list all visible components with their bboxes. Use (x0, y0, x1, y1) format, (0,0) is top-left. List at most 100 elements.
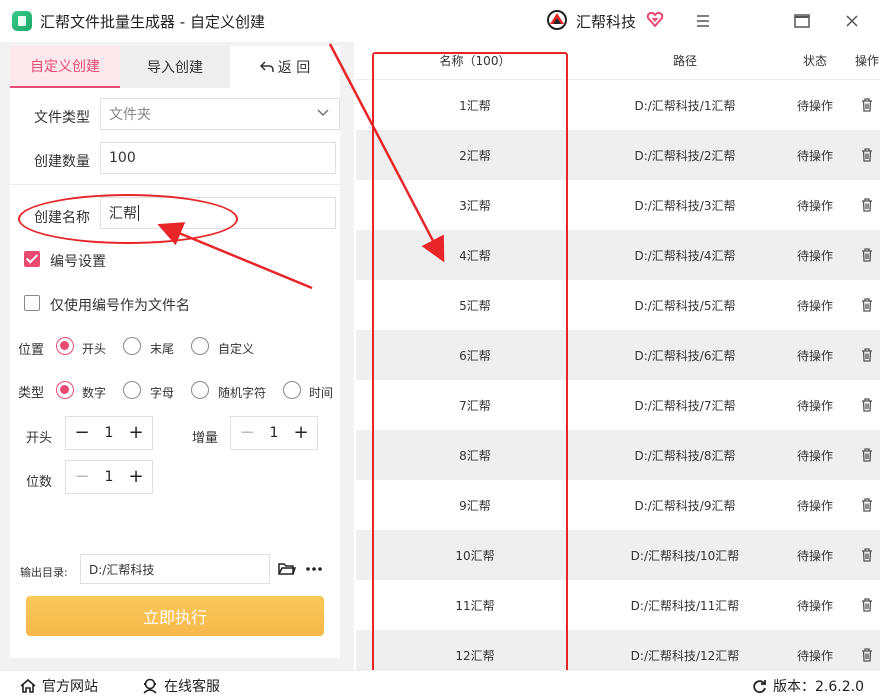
position-label: 位置 (18, 343, 45, 358)
app-icon (12, 11, 32, 31)
digits-stepper[interactable]: − 1 + (65, 460, 153, 494)
folder-icon[interactable] (278, 562, 296, 576)
trash-icon[interactable] (854, 348, 880, 362)
trash-icon[interactable] (854, 398, 880, 412)
position-option-custom: 自定义 (218, 342, 255, 356)
numbering-checkbox[interactable] (24, 251, 40, 267)
increment-increment-button[interactable]: + (293, 424, 309, 442)
official-website-link[interactable]: 官方网站 (20, 676, 98, 696)
position-radio-custom[interactable] (191, 337, 209, 355)
table-row[interactable]: 4汇帮 D:/汇帮科技/4汇帮 待操作 (356, 230, 880, 280)
row-name: 10汇帮 (455, 548, 495, 563)
header-state[interactable]: 状态 (776, 52, 854, 69)
row-state: 待操作 (796, 148, 833, 163)
output-dir-value: D:/汇帮科技 (89, 562, 155, 577)
chevron-down-icon (317, 109, 329, 117)
header-op[interactable]: 操作 (854, 52, 880, 69)
row-state: 待操作 (796, 398, 833, 413)
row-path: D:/汇帮科技/12汇帮 (630, 648, 740, 663)
trash-icon[interactable] (854, 448, 880, 462)
type-option-time: 时间 (309, 386, 334, 400)
trash-icon[interactable] (854, 598, 880, 612)
tab-bar: 自定义创建 导入创建 返 回 (10, 46, 340, 88)
table-row[interactable]: 5汇帮 D:/汇帮科技/5汇帮 待操作 (356, 280, 880, 330)
trash-icon[interactable] (854, 498, 880, 512)
window-title: 汇帮文件批量生成器 - 自定义创建 (40, 13, 265, 31)
only-number-checkbox[interactable] (24, 295, 40, 311)
close-icon[interactable] (837, 6, 867, 36)
trash-icon[interactable] (854, 648, 880, 662)
position-option-start: 开头 (82, 342, 107, 356)
position-radio-start[interactable] (56, 337, 74, 355)
increment-decrement-button[interactable]: − (239, 424, 255, 442)
table-row[interactable]: 2汇帮 D:/汇帮科技/2汇帮 待操作 (356, 130, 880, 180)
heart-icon[interactable] (646, 10, 664, 28)
type-option-number: 数字 (82, 386, 107, 400)
increment-stepper[interactable]: − 1 + (230, 416, 318, 450)
back-icon (259, 61, 274, 72)
row-path: D:/汇帮科技/6汇帮 (634, 348, 736, 363)
type-radio-letter[interactable] (123, 381, 141, 399)
run-now-button[interactable]: 立即执行 (26, 596, 324, 636)
header-name[interactable]: 名称（100） (356, 52, 594, 69)
row-path: D:/汇帮科技/4汇帮 (634, 248, 736, 263)
digits-decrement-button[interactable]: − (74, 468, 90, 486)
trash-icon[interactable] (854, 98, 880, 112)
row-name: 4汇帮 (459, 248, 491, 263)
output-dir-input[interactable]: D:/汇帮科技 (80, 554, 270, 584)
file-type-select[interactable]: 文件夹 (100, 98, 340, 130)
back-button[interactable]: 返 回 (230, 46, 340, 88)
title-bar: 汇帮文件批量生成器 - 自定义创建 汇帮科技 (0, 0, 880, 42)
row-name: 5汇帮 (459, 298, 491, 313)
trash-icon[interactable] (854, 148, 880, 162)
trash-icon[interactable] (854, 248, 880, 262)
home-icon (20, 679, 36, 693)
trash-icon[interactable] (854, 548, 880, 562)
table-row[interactable]: 11汇帮 D:/汇帮科技/11汇帮 待操作 (356, 580, 880, 630)
increment-label: 增量 (192, 431, 219, 446)
table-row[interactable]: 12汇帮 D:/汇帮科技/12汇帮 待操作 (356, 630, 880, 670)
start-increment-button[interactable]: + (128, 424, 144, 442)
type-radio-time[interactable] (283, 381, 301, 399)
start-stepper[interactable]: − 1 + (65, 416, 153, 450)
row-state: 待操作 (796, 348, 833, 363)
row-path: D:/汇帮科技/3汇帮 (634, 198, 736, 213)
type-radio-number[interactable] (56, 381, 74, 399)
position-option-end: 末尾 (150, 342, 175, 356)
table-row[interactable]: 8汇帮 D:/汇帮科技/8汇帮 待操作 (356, 430, 880, 480)
back-label: 返 回 (277, 60, 311, 76)
row-state: 待操作 (796, 448, 833, 463)
start-label: 开头 (26, 431, 53, 446)
file-table: 名称（100） 路径 状态 操作 1汇帮 D:/汇帮科技/1汇帮 待操作 2汇帮 D:/… (356, 42, 880, 670)
count-input[interactable]: 100 (100, 142, 336, 174)
position-radio-end[interactable] (123, 337, 141, 355)
online-support-link[interactable]: 在线客服 (142, 676, 220, 696)
menu-icon[interactable] (688, 6, 718, 36)
table-row[interactable]: 3汇帮 D:/汇帮科技/3汇帮 待操作 (356, 180, 880, 230)
header-path[interactable]: 路径 (594, 52, 776, 69)
table-row[interactable]: 1汇帮 D:/汇帮科技/1汇帮 待操作 (356, 80, 880, 130)
increment-value: 1 (269, 425, 279, 441)
row-path: D:/汇帮科技/5汇帮 (634, 298, 736, 313)
row-path: D:/汇帮科技/9汇帮 (634, 498, 736, 513)
settings-card: 自定义创建 导入创建 返 回 文件类型 文件夹 创建数量 100 创建名称 汇帮… (10, 46, 340, 658)
maximize-icon[interactable] (787, 6, 817, 36)
table-row[interactable]: 7汇帮 D:/汇帮科技/7汇帮 待操作 (356, 380, 880, 430)
row-path: D:/汇帮科技/10汇帮 (630, 548, 740, 563)
table-row[interactable]: 9汇帮 D:/汇帮科技/9汇帮 待操作 (356, 480, 880, 530)
more-icon[interactable] (306, 567, 322, 571)
row-state: 待操作 (796, 648, 833, 663)
start-decrement-button[interactable]: − (74, 424, 90, 442)
row-name: 2汇帮 (459, 148, 491, 163)
tab-import-create[interactable]: 导入创建 (120, 46, 230, 88)
type-radio-random[interactable] (191, 381, 209, 399)
tab-custom-create[interactable]: 自定义创建 (10, 46, 120, 88)
digits-increment-button[interactable]: + (128, 468, 144, 486)
trash-icon[interactable] (854, 198, 880, 212)
table-row[interactable]: 10汇帮 D:/汇帮科技/10汇帮 待操作 (356, 530, 880, 580)
start-value: 1 (104, 425, 114, 441)
table-row[interactable]: 6汇帮 D:/汇帮科技/6汇帮 待操作 (356, 330, 880, 380)
trash-icon[interactable] (854, 298, 880, 312)
version-label: 版本：2.6.2.0 (773, 679, 864, 695)
row-path: D:/汇帮科技/1汇帮 (634, 98, 736, 113)
